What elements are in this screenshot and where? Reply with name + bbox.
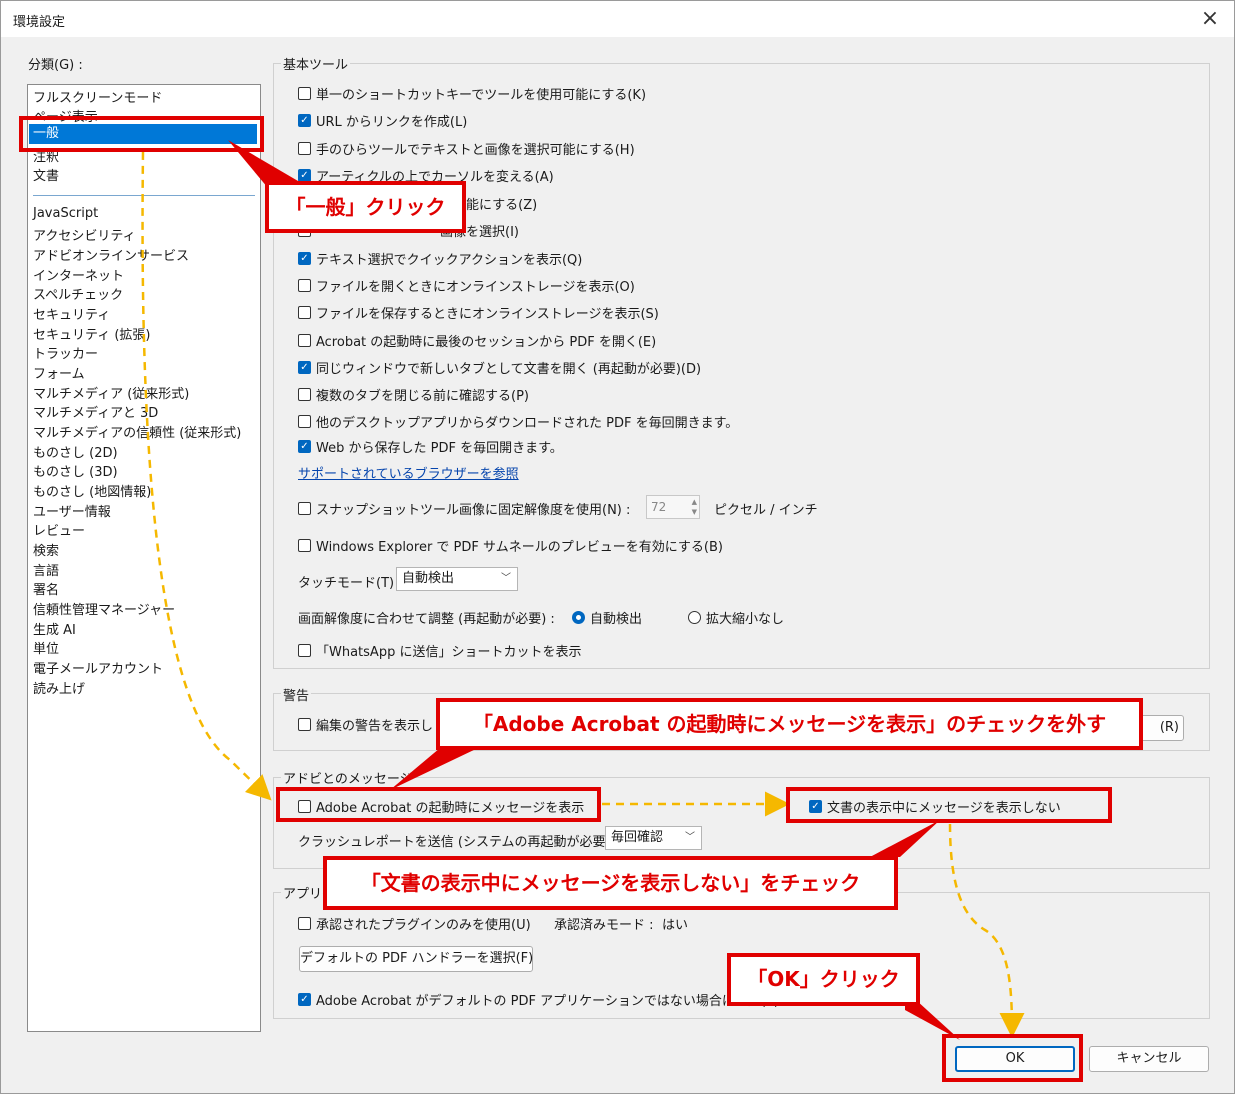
pointer-uncheck [390, 748, 478, 790]
highlight-general [19, 116, 264, 152]
callout-check: 「文書の表示中にメッセージを表示しない」をチェック [323, 856, 898, 910]
arrow-viewing-to-ok [948, 823, 1025, 1038]
highlight-ok [942, 1034, 1083, 1082]
annotation-arrows [141, 140, 1025, 1040]
pointer-check [870, 820, 940, 857]
callout-uncheck: 「Adobe Acrobat の起動時にメッセージを表示」のチェックを外す [436, 698, 1143, 750]
arrow-general-to-startup [141, 151, 272, 801]
highlight-no-messages-viewing [786, 787, 1112, 823]
callout-ok: 「OK」クリック [727, 953, 920, 1006]
callout-general: 「一般」クリック [265, 181, 466, 233]
highlight-startup-messages [276, 787, 601, 822]
